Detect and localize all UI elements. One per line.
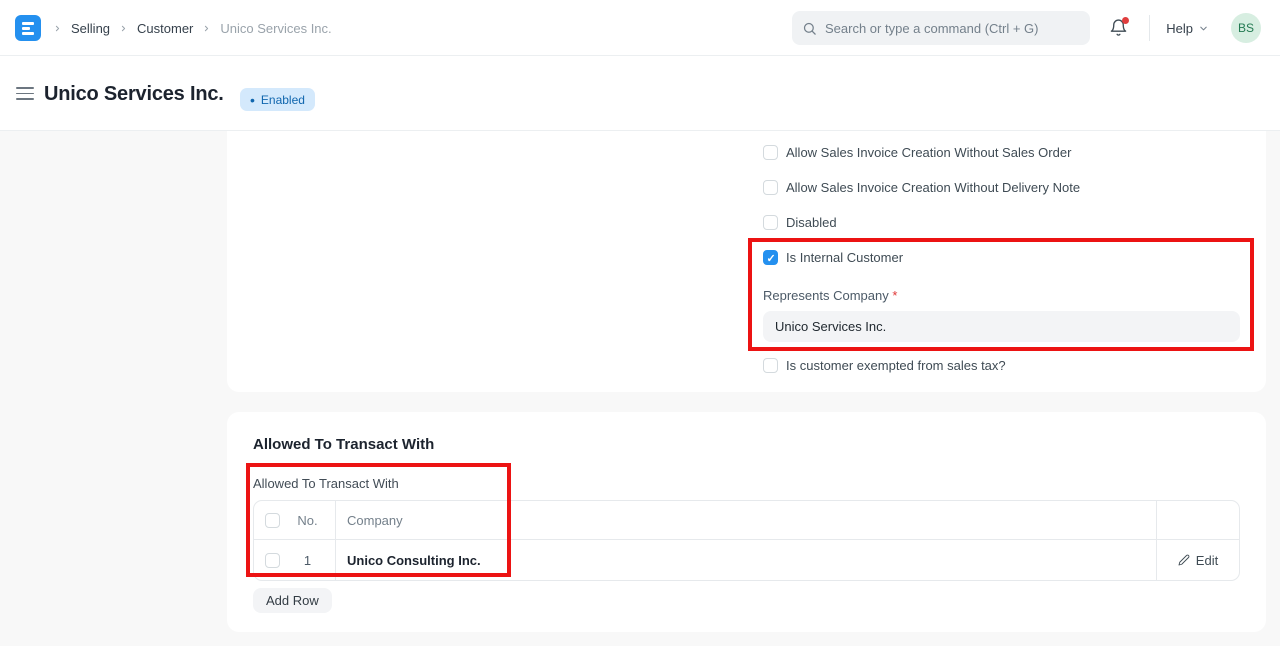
grid-header-cell-actions [1157,501,1239,539]
checkbox-label: Is customer exempted from sales tax? [786,358,1006,373]
search-input[interactable] [825,21,1080,36]
navbar-right: Help BS [1109,0,1261,56]
app-window: Selling Customer Unico Services Inc. [0,0,1280,646]
select-all-checkbox[interactable] [265,513,280,528]
status-badge-label: Enabled [261,93,305,107]
grid-data-row[interactable]: 1 Unico Consulting Inc. Edit [254,540,1239,580]
breadcrumb-item-selling[interactable]: Selling [71,21,110,36]
top-navbar: Selling Customer Unico Services Inc. [0,0,1280,56]
grid-header-cell-company: Company [336,501,1157,539]
search-icon [802,21,817,36]
checkbox-unchecked[interactable] [763,215,778,230]
grid-header-cell-no: No. [254,501,336,539]
chevron-right-icon [202,24,211,33]
help-menu[interactable]: Help [1166,21,1209,36]
chevron-down-icon [1198,23,1209,34]
add-row-button[interactable]: Add Row [253,588,332,613]
breadcrumb: Selling Customer Unico Services Inc. [53,0,332,56]
represents-company-label: Represents Company * [763,288,897,303]
checkbox-row-allow-si-without-dn[interactable]: Allow Sales Invoice Creation Without Del… [763,180,1080,195]
checkbox-row-disabled[interactable]: Disabled [763,215,837,230]
erpnext-logo-icon[interactable] [15,15,41,41]
checkbox-label: Is Internal Customer [786,250,903,265]
grid-header-row: No. Company [254,501,1239,540]
grid-cell-no: 1 [254,540,336,580]
transact-grid: No. Company 1 Unico Consulting Inc. [253,500,1240,581]
navbar-divider [1149,15,1150,41]
chevron-right-icon [53,24,62,33]
checkbox-row-tax-exempt[interactable]: Is customer exempted from sales tax? [763,358,1006,373]
page-header: Unico Services Inc. • Enabled Accounting… [0,56,1280,131]
checkbox-row-allow-si-without-so[interactable]: Allow Sales Invoice Creation Without Sal… [763,145,1071,160]
checkbox-unchecked[interactable] [763,180,778,195]
checkbox-unchecked[interactable] [763,145,778,160]
breadcrumb-item-current: Unico Services Inc. [220,21,331,36]
represents-company-input[interactable] [763,311,1240,342]
pencil-icon [1178,554,1190,566]
allowed-to-transact-section: Allowed To Transact With Allowed To Tran… [227,412,1266,632]
grid-cell-company[interactable]: Unico Consulting Inc. [336,540,1157,580]
user-avatar[interactable]: BS [1231,13,1261,43]
status-badge: • Enabled [240,88,315,111]
help-label: Help [1166,21,1193,36]
checkbox-row-is-internal-customer[interactable]: Is Internal Customer [763,250,903,265]
checkbox-unchecked[interactable] [763,358,778,373]
row-select-checkbox[interactable] [265,553,280,568]
required-marker: * [892,288,897,303]
row-number: 1 [280,553,335,568]
checkbox-label: Allow Sales Invoice Creation Without Sal… [786,145,1071,160]
edit-row-button[interactable]: Edit [1178,553,1218,568]
page-title: Unico Services Inc. [44,83,224,106]
checkbox-checked[interactable] [763,250,778,265]
grid-cell-actions: Edit [1157,540,1239,580]
no-column-header: No. [280,513,335,528]
section-heading: Allowed To Transact With [253,436,434,453]
form-scroll-area: Allow Sales Invoice Creation Without Sal… [0,131,1280,646]
checkbox-label: Allow Sales Invoice Creation Without Del… [786,180,1080,195]
breadcrumb-item-customer[interactable]: Customer [137,21,193,36]
global-search[interactable] [792,11,1090,45]
sidebar-toggle-icon[interactable] [16,87,34,100]
grid-field-label: Allowed To Transact With [253,476,399,491]
notification-bell-icon[interactable] [1109,18,1129,38]
checkbox-label: Disabled [786,215,837,230]
status-dot-icon: • [250,93,255,107]
chevron-right-icon [119,24,128,33]
customer-settings-section: Allow Sales Invoice Creation Without Sal… [227,131,1266,392]
